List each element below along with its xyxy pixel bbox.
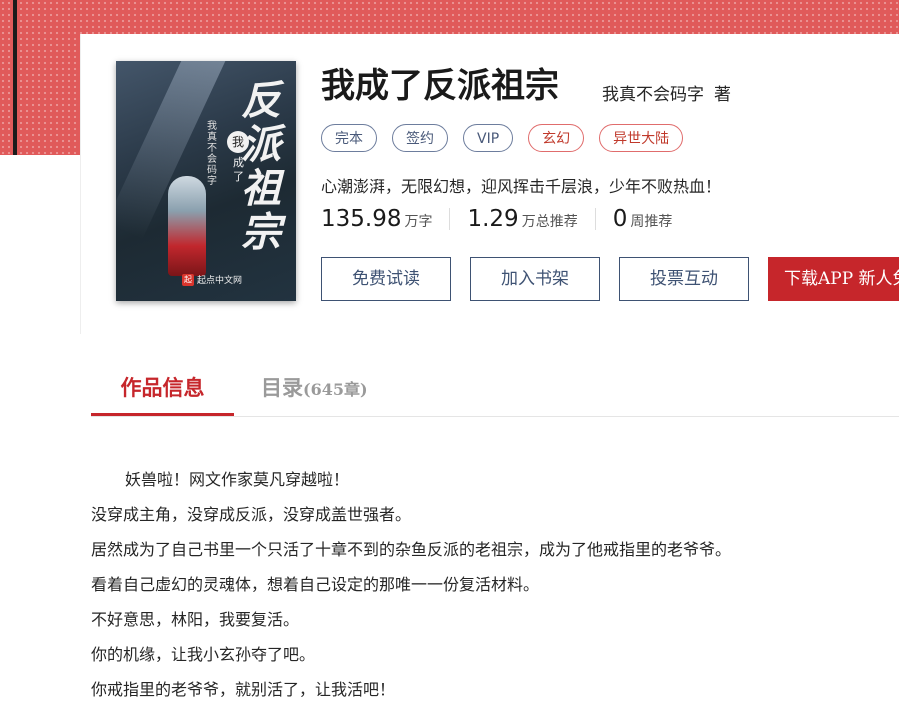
publisher-name: 起点中文网 [197,276,243,286]
stat-total-recommend: 1.29 万总推荐 [467,206,577,232]
stat-word-count: 135.98 万字 [321,206,432,232]
author-line: 我真不会码字著 [602,80,731,105]
stat-unit: 周推荐 [630,214,673,230]
stat-unit: 万字 [404,214,433,230]
publisher-logo-icon: 起 [182,273,194,286]
tab-catalog[interactable]: 目录(645章) [261,372,368,402]
tag-vip: VIP [463,124,514,152]
synopsis-line: 你的机缘，让我小玄孙夺了吧。 [91,645,316,664]
tab-catalog-label: 目录 [261,375,303,400]
stat-value: 0 [612,206,628,232]
tag-status: 完本 [321,124,377,152]
author-suffix: 著 [714,85,731,105]
tag-list: 完本 签约 VIP 玄幻 异世大陆 [321,124,684,152]
stat-value: 135.98 [321,206,402,232]
tab-book-info[interactable]: 作品信息 [91,372,234,416]
free-read-button[interactable]: 免费试读 [321,257,451,301]
content-tabs: 作品信息 目录(645章) [91,372,899,417]
stat-divider [594,208,596,230]
author-name[interactable]: 我真不会码字 [602,85,704,105]
download-app-button[interactable]: 下载APP 新人免 [768,257,899,301]
cover-figure [168,176,206,276]
action-buttons: 免费试读 加入书架 投票互动 [321,257,749,301]
cover-title: 反派祖宗 [241,77,281,256]
synopsis-line: 没穿成主角，没穿成反派，没穿成盖世强者。 [91,505,412,524]
synopsis-line: 妖兽啦！网文作家莫凡穿越啦！ [125,470,350,489]
add-to-shelf-button[interactable]: 加入书架 [470,257,600,301]
tag-genre[interactable]: 玄幻 [528,124,585,152]
stat-divider [449,208,451,230]
synopsis-line: 居然成为了自己书里一个只活了十章不到的杂鱼反派的老祖宗，成为了他戒指里的老爷爷。 [91,540,732,559]
book-title: 我成了反派祖宗 [321,66,559,106]
stat-value: 1.29 [467,206,519,232]
book-intro: 心潮澎湃，无限幻想，迎风挥击千层浪，少年不败热血！ [321,177,722,196]
vote-button[interactable]: 投票互动 [619,257,749,301]
cover-publisher: 起 起点中文网 [182,273,242,286]
tag-signed: 签约 [392,124,448,152]
cover-author: 我真不会码字 [207,121,217,187]
synopsis: 妖兽啦！网文作家莫凡穿越啦！ 没穿成主角，没穿成反派，没穿成盖世强者。 居然成为… [91,462,881,707]
card-edge [80,34,81,334]
stat-unit: 万总推荐 [521,214,578,230]
book-stats: 135.98 万字 1.29 万总推荐 0 周推荐 [321,206,672,232]
tab-catalog-count: (645章) [303,380,368,399]
book-cover[interactable]: 我真不会码字 我 成了 反派祖宗 起 起点中文网 [116,61,296,301]
stat-weekly-recommend: 0 周推荐 [613,206,673,232]
banner-stripe [13,0,17,155]
synopsis-line: 你戒指里的老爷爷，就别活了，让我活吧！ [91,680,396,699]
tag-subgenre[interactable]: 异世大陆 [599,124,684,152]
synopsis-line: 不好意思，林阳，我要复活。 [91,610,300,629]
synopsis-line: 看着自己虚幻的灵魂体，想着自己设定的那唯一一份复活材料。 [91,575,540,594]
